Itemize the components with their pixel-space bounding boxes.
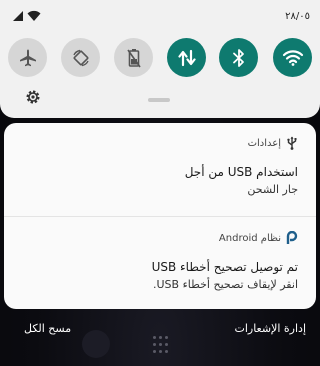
tile-battery-saver[interactable] — [114, 38, 153, 77]
battery-saver-icon — [126, 48, 141, 67]
bluetooth-icon — [232, 48, 244, 67]
status-bar: ٢٨/٠٥ — [0, 8, 320, 26]
tile-auto-rotate[interactable] — [61, 38, 100, 77]
wifi-icon — [282, 49, 303, 66]
notification-app-name: نظام Android — [218, 232, 281, 244]
manage-notifications-button[interactable]: إدارة الإشعارات — [234, 322, 306, 335]
status-icons — [12, 10, 41, 22]
notification-header: إعدادات — [248, 136, 298, 150]
mobile-data-icon — [177, 49, 196, 66]
signal-icon — [13, 11, 23, 21]
tile-bluetooth[interactable] — [219, 38, 258, 77]
notification-usb[interactable]: إعدادات استخدام USB من أجل جار الشحن — [4, 123, 316, 216]
wifi-status-icon — [27, 10, 41, 21]
clear-all-button[interactable]: مسح الكل — [24, 322, 71, 335]
status-time: ٢٨/٠٥ — [285, 11, 310, 22]
wallpaper-circle — [82, 330, 110, 358]
notification-header: نظام Android — [219, 231, 298, 245]
tile-mobile-data[interactable] — [167, 38, 206, 77]
notification-text: انقر لإيقاف تصحيح أخطاء USB. — [152, 278, 298, 291]
app-drawer-dots-icon — [151, 336, 169, 366]
settings-gear-icon[interactable] — [25, 89, 41, 105]
auto-rotate-icon — [72, 49, 89, 66]
panel-drag-handle[interactable] — [148, 98, 170, 102]
notification-usb-debugging[interactable]: نظام Android تم توصيل تصحيح أخطاء USB ان… — [4, 217, 316, 309]
android-system-icon — [286, 231, 298, 244]
quick-settings-tiles — [8, 38, 312, 78]
tile-wifi[interactable] — [273, 38, 312, 77]
airplane-icon — [19, 49, 36, 66]
notification-title: تم توصيل تصحيح أخطاء USB — [151, 260, 298, 274]
notification-text: جار الشحن — [247, 183, 298, 196]
quick-settings-panel: ٢٨/٠٥ — [0, 0, 320, 118]
notification-app-name: إعدادات — [247, 137, 281, 149]
usb-icon — [287, 136, 297, 150]
notification-title: استخدام USB من أجل — [184, 165, 298, 179]
tile-airplane[interactable] — [8, 38, 47, 77]
